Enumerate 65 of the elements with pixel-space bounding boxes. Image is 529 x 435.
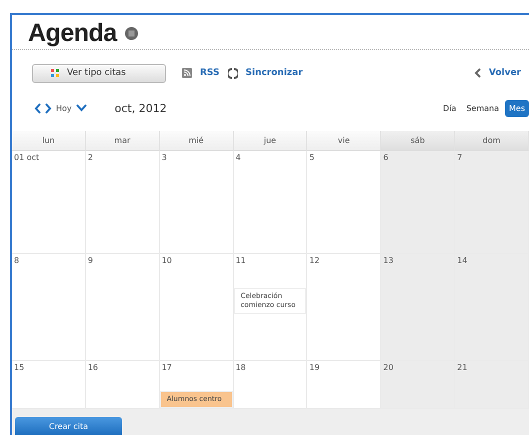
weekday-header: mar bbox=[86, 131, 160, 151]
day-cell[interactable]: 12 bbox=[307, 254, 382, 361]
back-link[interactable]: Volver bbox=[488, 68, 521, 78]
day-number: 01 oct bbox=[13, 152, 40, 164]
sync-icon bbox=[228, 68, 238, 78]
day-number: 3 bbox=[160, 152, 168, 164]
day-number: 8 bbox=[13, 255, 20, 267]
day-number: 19 bbox=[308, 362, 321, 374]
current-month: oct, 2012 bbox=[114, 102, 167, 114]
day-number: 12 bbox=[308, 255, 321, 267]
day-cell[interactable]: 8 bbox=[12, 254, 86, 361]
day-number: 17 bbox=[160, 362, 173, 374]
weekday-header: vie bbox=[307, 131, 382, 151]
day-number: 11 bbox=[234, 255, 247, 267]
day-number: 6 bbox=[382, 152, 390, 164]
day-number: 4 bbox=[234, 152, 242, 164]
prev-next-icon bbox=[34, 102, 52, 114]
day-number: 10 bbox=[160, 255, 173, 267]
day-cell[interactable]: 10 bbox=[160, 254, 234, 361]
rss-link[interactable]: RSS bbox=[200, 68, 220, 78]
rss-icon bbox=[182, 68, 192, 78]
day-cell[interactable]: 9 bbox=[86, 254, 160, 361]
day-cell[interactable]: 19 bbox=[307, 361, 382, 409]
calendar-icon bbox=[124, 26, 138, 40]
day-number: 14 bbox=[456, 255, 468, 267]
weekday-header: jue bbox=[234, 131, 308, 151]
weekday-header: sáb bbox=[381, 131, 456, 151]
sync-link[interactable]: Sincronizar bbox=[246, 68, 303, 78]
day-cell[interactable]: 18 bbox=[234, 361, 308, 409]
day-cell[interactable]: 01 oct bbox=[12, 151, 86, 254]
weekday-header: lun bbox=[12, 131, 86, 151]
day-cell[interactable]: 15 bbox=[12, 361, 86, 409]
day-cell[interactable]: 13 bbox=[381, 254, 456, 361]
day-cell[interactable]: 14 bbox=[455, 254, 529, 361]
day-cell[interactable]: 20 bbox=[381, 361, 456, 409]
view-types-button[interactable]: Ver tipo citas bbox=[32, 64, 166, 82]
today-button[interactable]: Hoy bbox=[56, 104, 72, 112]
view-tab[interactable]: Día bbox=[439, 100, 460, 116]
day-number: 9 bbox=[86, 255, 94, 267]
day-number: 20 bbox=[382, 362, 394, 374]
day-number: 2 bbox=[86, 152, 94, 164]
page-title: Agenda bbox=[28, 18, 117, 48]
day-number: 13 bbox=[382, 255, 394, 267]
create-appointment-button[interactable]: Crear cita bbox=[15, 417, 122, 435]
chevron-left-icon bbox=[474, 68, 481, 78]
day-cell[interactable]: 3 bbox=[160, 151, 234, 254]
weekday-header: mié bbox=[160, 131, 234, 151]
day-number: 21 bbox=[456, 362, 468, 374]
day-cell[interactable]: 21 bbox=[455, 361, 529, 409]
chevron-down-icon bbox=[76, 104, 87, 112]
view-tab[interactable]: Semana bbox=[462, 100, 503, 116]
day-number: 18 bbox=[234, 362, 247, 374]
day-number: 16 bbox=[86, 362, 100, 374]
day-number: 15 bbox=[13, 362, 26, 374]
day-cell[interactable]: 4 bbox=[234, 151, 308, 254]
day-cell[interactable]: 16 bbox=[86, 361, 160, 409]
day-cell[interactable]: 6 bbox=[381, 151, 456, 254]
weekday-header: dom bbox=[455, 131, 529, 151]
day-cell[interactable]: 7 bbox=[455, 151, 529, 254]
day-cell[interactable]: 5 bbox=[307, 151, 382, 254]
grid-icon bbox=[51, 69, 59, 77]
view-tab[interactable]: Mes bbox=[505, 100, 529, 116]
day-cell[interactable]: 2 bbox=[86, 151, 160, 254]
day-number: 5 bbox=[308, 152, 316, 164]
day-number: 7 bbox=[456, 152, 464, 164]
